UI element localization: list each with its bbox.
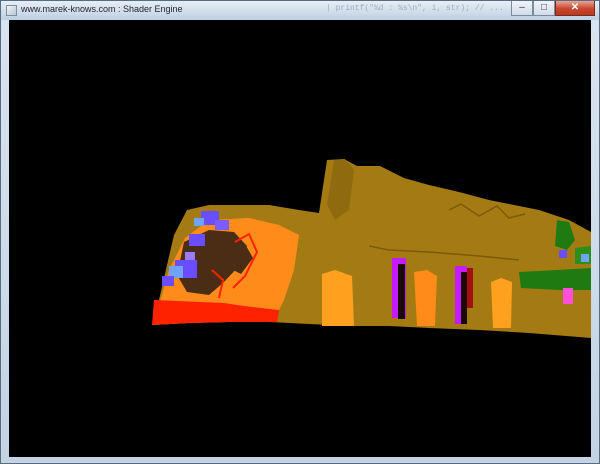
blue-block <box>162 276 174 286</box>
red-slot <box>467 268 473 308</box>
blue-block <box>581 254 589 262</box>
scene-canvas <box>9 20 591 457</box>
light-blue-block <box>194 218 204 226</box>
window-title: www.marek-knows.com : Shader Engine <box>21 4 183 14</box>
close-button[interactable]: ✕ <box>555 1 595 16</box>
maximize-button[interactable]: □ <box>533 1 555 16</box>
background-window-text: | printf("%d : %s\n", i, str); // ... <box>326 4 504 13</box>
app-icon[interactable] <box>6 5 17 16</box>
render-viewport[interactable] <box>9 20 591 457</box>
pink-block <box>563 288 573 304</box>
blue-block <box>559 250 567 258</box>
blue-block <box>189 234 205 246</box>
blue-block <box>185 252 195 260</box>
orange-pillar <box>491 278 512 328</box>
window-controls: – □ ✕ <box>511 1 595 18</box>
orange-pillar <box>414 270 437 326</box>
title-bar[interactable]: www.marek-knows.com : Shader Engine | pr… <box>1 1 599 20</box>
app-window: www.marek-knows.com : Shader Engine | pr… <box>0 0 600 464</box>
dark-slot <box>461 272 467 324</box>
blue-block <box>215 220 229 230</box>
dark-slot <box>398 264 405 319</box>
minimize-button[interactable]: – <box>511 1 533 16</box>
orange-pillar <box>322 270 354 326</box>
